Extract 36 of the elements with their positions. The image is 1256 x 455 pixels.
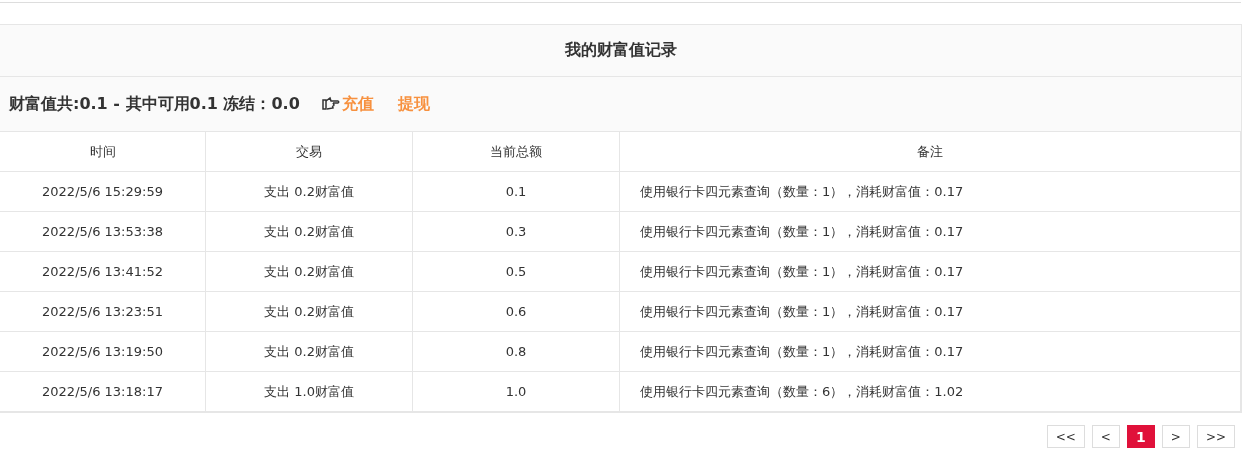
table-cell: 2022/5/6 13:53:38	[0, 211, 206, 252]
panel-title: 我的财富值记录	[564, 40, 677, 61]
page-button[interactable]: >>	[1196, 425, 1235, 448]
table-cell: 支出 0.2财富值	[205, 331, 413, 372]
table-cell: 0.6	[412, 291, 620, 332]
table-cell: 2022/5/6 13:41:52	[0, 251, 206, 292]
balance-summary: 财富值共:0.1 - 其中可用0.1 冻结：0.0	[9, 93, 300, 115]
page-button[interactable]: 1	[1126, 425, 1155, 448]
table-cell: 2022/5/6 15:29:59	[0, 171, 206, 212]
page-button[interactable]: >	[1161, 425, 1190, 448]
table-cell: 0.5	[412, 251, 620, 292]
table-cell: 使用银行卡四元素查询（数量：1），消耗财富值：0.17	[619, 331, 1241, 372]
table-cell: 支出 0.2财富值	[205, 211, 413, 252]
column-header: 备注	[619, 131, 1241, 172]
pointing-hand-icon	[321, 96, 340, 112]
page-button[interactable]: <	[1091, 425, 1120, 448]
table-cell: 支出 1.0财富值	[205, 371, 413, 412]
table-cell: 1.0	[412, 371, 620, 412]
page-button[interactable]: <<	[1046, 425, 1085, 448]
table-cell: 2022/5/6 13:19:50	[0, 331, 206, 372]
table-cell: 使用银行卡四元素查询（数量：6），消耗财富值：1.02	[619, 371, 1241, 412]
table-cell: 0.8	[412, 331, 620, 372]
table-cell: 2022/5/6 13:18:17	[0, 371, 206, 412]
column-header: 当前总额	[412, 131, 620, 172]
table-cell: 使用银行卡四元素查询（数量：1），消耗财富值：0.17	[619, 211, 1241, 252]
table-cell: 支出 0.2财富值	[205, 171, 413, 212]
table-cell: 使用银行卡四元素查询（数量：1），消耗财富值：0.17	[619, 171, 1241, 212]
table-cell: 使用银行卡四元素查询（数量：1），消耗财富值：0.17	[619, 251, 1241, 292]
column-header: 交易	[205, 131, 413, 172]
table-cell: 使用银行卡四元素查询（数量：1），消耗财富值：0.17	[619, 291, 1241, 332]
table-cell: 支出 0.2财富值	[205, 291, 413, 332]
table-cell: 支出 0.2财富值	[205, 251, 413, 292]
table-cell: 0.3	[412, 211, 620, 252]
column-header: 时间	[0, 131, 206, 172]
table-cell: 0.1	[412, 171, 620, 212]
table-cell: 2022/5/6 13:23:51	[0, 291, 206, 332]
